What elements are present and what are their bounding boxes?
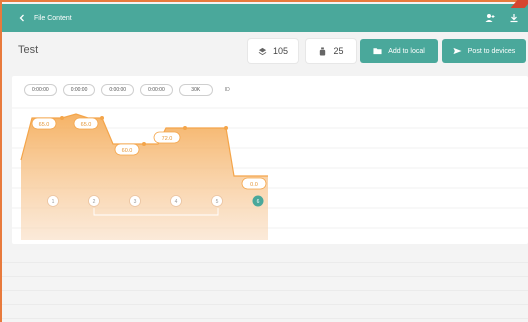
profile-dot [183,126,187,130]
app-bar: File Content [2,4,528,32]
point-6-active[interactable]: 6 [252,195,264,207]
svg-text:2: 2 [93,199,96,205]
person-add-icon [485,14,495,22]
segment-label-1: 65.0 [31,117,57,130]
profile-dot [142,142,146,146]
back-button[interactable] [12,8,32,28]
profile-card: 0:00:00 0:00:00 0:00:00 0:00:00 30K ID 6… [12,76,528,244]
profile-dot [224,126,228,130]
svg-text:72.0: 72.0 [162,136,173,142]
segment-time-2[interactable]: 0:00:00 [62,84,96,96]
layers-icon [258,47,267,55]
segment-label-4: 72.0 [153,131,181,144]
download-button[interactable] [508,12,520,24]
stat-bottle-value: 25 [333,46,344,56]
point-4[interactable]: 4 [170,195,182,207]
segment-speed[interactable]: 30K [178,84,213,96]
profile-graph: 65.0 65.0 60.0 72.0 0.0 1 2 3 4 5 6 [20,113,268,240]
segment-time-4[interactable]: 0:00:00 [140,84,173,96]
svg-text:65.0: 65.0 [81,122,92,128]
post-to-devices-button[interactable]: Post to devices [442,39,526,63]
post-to-devices-label: Post to devices [467,47,516,55]
empty-list-area [2,250,528,322]
svg-text:6: 6 [257,199,260,205]
svg-text:4: 4 [175,199,178,205]
stat-layers-value: 105 [272,46,289,56]
segment-tail: ID [224,87,230,93]
point-5[interactable]: 5 [211,195,223,207]
download-icon [510,14,518,23]
segment-row: 0:00:00 0:00:00 0:00:00 0:00:00 30K ID [24,84,230,96]
stat-layers: 105 [248,39,298,63]
svg-text:60.0: 60.0 [122,148,133,154]
segment-label-3: 60.0 [114,143,140,156]
send-icon [453,47,462,55]
svg-text:3: 3 [134,199,137,205]
profile-dot [60,116,64,120]
svg-text:65.0: 65.0 [39,122,50,128]
svg-text:1: 1 [52,199,55,205]
profile-dot [100,116,104,120]
segment-label-2: 65.0 [73,117,99,130]
segment-label-5: 0.0 [241,177,267,190]
bottle-icon [320,46,326,56]
svg-text:0.0: 0.0 [250,182,258,188]
file-name: Test [18,44,39,56]
add-to-local-button[interactable]: Add to local [360,39,438,63]
chevron-left-icon [19,14,24,22]
folder-icon [373,48,382,55]
svg-text:5: 5 [216,199,219,205]
person-add-button[interactable] [484,12,496,24]
profile-area [21,114,268,240]
point-2[interactable]: 2 [88,195,100,207]
point-1[interactable]: 1 [47,195,59,207]
segment-time-3[interactable]: 0:00:00 [101,84,135,96]
stat-bottle: 25 [306,39,356,63]
app-title: File Content [34,14,72,22]
toolbar: Test 105 25 Add to local Post to devices [2,34,528,68]
point-3[interactable]: 3 [129,195,141,207]
add-to-local-label: Add to local [388,47,425,55]
segment-time-1[interactable]: 0:00:00 [24,84,57,96]
